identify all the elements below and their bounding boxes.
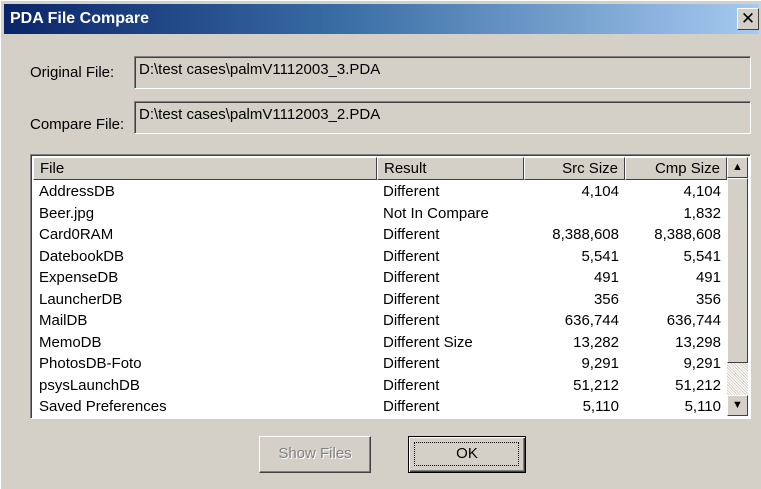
cell-result: Different — [383, 226, 440, 243]
scroll-thumb[interactable] — [727, 178, 748, 363]
column-header-src-size[interactable]: Src Size — [524, 157, 625, 180]
cell-file: Card0RAM — [39, 226, 114, 243]
cell-cmp-size: 636,744 — [666, 312, 721, 329]
cell-src-size: 4,104 — [581, 183, 619, 200]
cell-src-size: 51,212 — [573, 376, 619, 394]
cell-result: Not In Compare — [383, 204, 489, 222]
cell-file: Saved Preferences — [39, 398, 167, 415]
cell-file: MailDB — [39, 312, 88, 329]
cell-src-size — [524, 203, 619, 225]
cell-src-size: 8,388,608 — [552, 226, 619, 243]
table-row[interactable]: DatebookDB Different 5,541 5,541 — [33, 246, 727, 268]
cell-src-size: 491 — [593, 269, 619, 286]
cell-file: DatebookDB — [39, 247, 125, 265]
cell-file: psysLaunchDB — [39, 376, 140, 394]
cell-result: Different — [383, 312, 440, 329]
title-bar[interactable]: PDA File Compare ✕ — [4, 4, 759, 34]
original-file-value: D:\test cases\palmV1112003_3.PDA — [139, 61, 381, 78]
cell-cmp-size: 1,832 — [683, 204, 721, 222]
pda-file-compare-dialog: PDA File Compare ✕ Original File: D:\tes… — [0, 0, 761, 489]
column-header-result[interactable]: Result — [377, 157, 524, 180]
scroll-down-button[interactable]: ▼ — [727, 395, 748, 416]
scroll-track[interactable] — [727, 363, 748, 395]
cell-src-size: 356 — [593, 290, 619, 308]
cell-result: Different — [383, 247, 440, 265]
cell-cmp-size: 13,298 — [675, 333, 721, 351]
cell-src-size: 13,282 — [573, 333, 619, 351]
cell-cmp-size: 5,110 — [684, 398, 721, 415]
compare-file-label: Compare File: — [30, 116, 125, 133]
ok-button[interactable]: OK — [408, 436, 526, 473]
list-header: File Result Src Size Cmp Size — [33, 157, 727, 180]
cell-cmp-size: 356 — [695, 290, 721, 308]
table-row[interactable]: psysLaunchDB Different 51,212 51,212 — [33, 375, 727, 397]
original-file-field: D:\test cases\palmV1112003_3.PDA — [134, 56, 751, 89]
cell-result: Different — [383, 269, 440, 286]
cell-cmp-size: 4,104 — [683, 183, 721, 200]
vertical-scrollbar[interactable]: ▲ ▼ — [727, 157, 748, 416]
scroll-up-button[interactable]: ▲ — [727, 157, 748, 178]
table-row[interactable]: AddressDB Different 4,104 4,104 — [33, 181, 727, 203]
show-files-button[interactable]: Show Files — [259, 436, 371, 473]
compare-file-value: D:\test cases\palmV1112003_2.PDA — [139, 106, 381, 123]
close-icon: ✕ — [740, 9, 756, 28]
cell-result: Different Size — [383, 333, 473, 351]
cell-src-size: 636,744 — [564, 312, 619, 329]
cell-cmp-size: 491 — [695, 269, 721, 286]
ok-button-label: OK — [456, 445, 478, 462]
compare-file-field: D:\test cases\palmV1112003_2.PDA — [134, 101, 751, 134]
cell-src-size: 5,541 — [581, 247, 619, 265]
cell-result: Different — [383, 355, 440, 372]
table-row[interactable]: Card0RAM Different 8,388,608 8,388,608 — [33, 224, 727, 246]
cell-src-size: 9,291 — [581, 355, 619, 372]
chevron-down-icon: ▼ — [732, 399, 743, 411]
column-header-cmp-size[interactable]: Cmp Size — [625, 157, 727, 180]
cell-result: Different — [383, 398, 440, 415]
cell-cmp-size: 9,291 — [683, 355, 721, 372]
original-file-label: Original File: — [30, 64, 115, 81]
cell-file: ExpenseDB — [39, 269, 119, 286]
cell-file: AddressDB — [39, 183, 115, 200]
table-row[interactable]: Saved Preferences Different 5,110 5,110 — [33, 396, 727, 418]
table-row[interactable]: MemoDB Different Size 13,282 13,298 — [33, 332, 727, 354]
cell-cmp-size: 8,388,608 — [654, 226, 721, 243]
cell-file: PhotosDB-Foto — [39, 355, 142, 372]
close-button[interactable]: ✕ — [737, 8, 759, 30]
table-row[interactable]: Beer.jpg Not In Compare 1,832 — [33, 203, 727, 225]
cell-result: Different — [383, 183, 440, 200]
window-title: PDA File Compare — [10, 10, 149, 27]
cell-file: LauncherDB — [39, 290, 123, 308]
column-header-file[interactable]: File — [33, 157, 377, 180]
list-rows: AddressDB Different 4,104 4,104 Beer.jpg Not … — [33, 181, 727, 418]
cell-result: Different — [383, 290, 440, 308]
cell-cmp-size: 5,541 — [683, 247, 721, 265]
table-row[interactable]: PhotosDB-Foto Different 9,291 9,291 — [33, 353, 727, 375]
table-row[interactable]: LauncherDB Different 356 356 — [33, 289, 727, 311]
cell-cmp-size: 51,212 — [675, 376, 721, 394]
table-row[interactable]: MailDB Different 636,744 636,744 — [33, 310, 727, 332]
cell-result: Different — [383, 376, 440, 394]
cell-src-size: 5,110 — [582, 398, 619, 415]
chevron-up-icon: ▲ — [732, 161, 743, 173]
cell-file: MemoDB — [39, 333, 102, 351]
file-comparison-list[interactable]: File Result Src Size Cmp Size AddressDB D… — [30, 154, 751, 419]
cell-file: Beer.jpg — [39, 204, 95, 222]
table-row[interactable]: ExpenseDB Different 491 491 — [33, 267, 727, 289]
